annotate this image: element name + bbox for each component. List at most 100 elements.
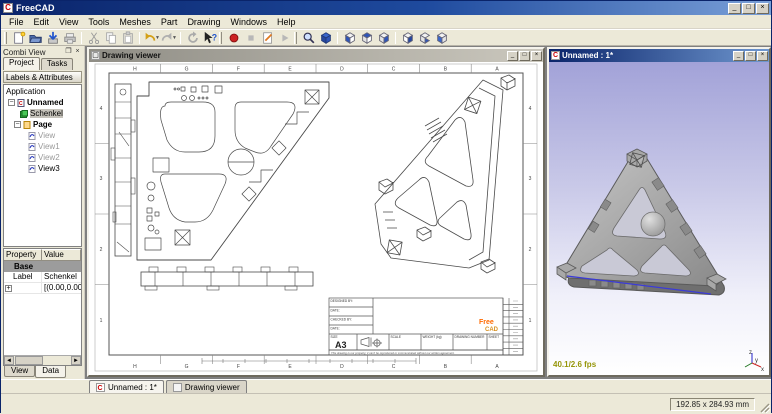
macro-record-button[interactable] (225, 30, 242, 45)
menu-view[interactable]: View (54, 17, 83, 27)
collapse-icon[interactable]: − (14, 121, 21, 128)
window-tab-drawing-viewer[interactable]: Drawing viewer (166, 380, 247, 393)
child-close-button[interactable]: × (531, 51, 542, 61)
menu-meshes[interactable]: Meshes (114, 17, 156, 27)
tree-item-view1[interactable]: View1 (4, 141, 81, 152)
child-restore-button[interactable]: □ (519, 51, 530, 61)
save-document-button[interactable] (44, 30, 61, 45)
axonometric-view-button[interactable] (317, 30, 334, 45)
toolbar-separator (337, 32, 338, 44)
property-view-tabs: View Data (1, 366, 84, 379)
left-view-button[interactable] (433, 30, 450, 45)
refresh-icon (186, 31, 200, 45)
whats-this-button[interactable]: ? (201, 30, 218, 45)
menu-help[interactable]: Help (272, 17, 301, 27)
fit-all-button[interactable] (300, 30, 317, 45)
drawing-viewer-titlebar[interactable]: ▢ Drawing viewer _ □ × (89, 49, 543, 62)
new-document-button[interactable] (10, 30, 27, 45)
svg-text:C: C (98, 385, 103, 392)
cut-icon (87, 31, 101, 45)
tree-item-application[interactable]: Application (4, 86, 81, 97)
child-minimize-button[interactable]: _ (733, 51, 744, 61)
3d-viewport[interactable]: 40.1/2.6 fps z y x (549, 62, 769, 375)
drawing-sheet[interactable]: H G F E D C B A H G F (89, 62, 543, 375)
child-close-button[interactable]: × (757, 51, 768, 61)
property-group-base[interactable]: Base (4, 261, 81, 272)
tree-item-view2[interactable]: View2 (4, 152, 81, 163)
value-column-header[interactable]: Value (42, 249, 81, 261)
toolbar-handle[interactable] (4, 32, 7, 44)
refresh-button[interactable] (184, 30, 201, 45)
property-row-label[interactable]: Label Schenkel (4, 272, 81, 283)
svg-text:F: F (237, 364, 240, 370)
tree-item-unnamed[interactable]: − C Unnamed (4, 97, 81, 108)
toolbar-handle[interactable] (294, 32, 297, 44)
menu-drawing[interactable]: Drawing (182, 17, 225, 27)
open-document-button[interactable] (27, 30, 44, 45)
sheet-size: A3 (335, 340, 347, 350)
redo-button[interactable]: ▼ (160, 30, 177, 45)
property-row-placement[interactable]: +Placement [(0.00,0.00 (4, 283, 81, 294)
toolbar: ▼ ▼ ? (1, 29, 771, 46)
dock-float-icon[interactable]: ❐ (64, 48, 73, 56)
horizontal-scrollbar[interactable]: ◄ ► (4, 355, 81, 365)
tab-tasks[interactable]: Tasks (41, 58, 73, 70)
menu-tools[interactable]: Tools (83, 17, 114, 27)
macro-play-button[interactable] (276, 30, 293, 45)
tree-item-page[interactable]: − Page (4, 119, 81, 130)
tree-item-view3[interactable]: View3 (4, 163, 81, 174)
undo-button[interactable]: ▼ (143, 30, 160, 45)
freecad-logo-cad: CAD (485, 327, 499, 333)
tree-item-schenkel[interactable]: Schenkel (4, 108, 81, 119)
resize-grip[interactable] (758, 401, 770, 413)
print-button[interactable] (61, 30, 78, 45)
property-column-header[interactable]: Property (4, 249, 42, 261)
close-button[interactable]: × (756, 3, 769, 14)
svg-text:H: H (133, 364, 137, 370)
child-restore-button[interactable]: □ (745, 51, 756, 61)
dock-close-icon[interactable]: × (73, 48, 82, 56)
freecad-doc-icon: C (96, 383, 105, 392)
tab-data[interactable]: Data (35, 366, 66, 378)
right-view-button[interactable] (375, 30, 392, 45)
tab-view[interactable]: View (4, 366, 35, 377)
svg-text:CHECKED BY:: CHECKED BY: (331, 318, 353, 322)
expand-icon[interactable]: + (5, 285, 12, 292)
print-icon (63, 31, 77, 45)
sheet-dimensions: 192.85 x 284.93 mm (670, 398, 755, 411)
menu-file[interactable]: File (4, 17, 29, 27)
menu-windows[interactable]: Windows (225, 17, 272, 27)
tab-project[interactable]: Project (3, 57, 40, 70)
3d-view-titlebar[interactable]: C Unnamed : 1* _ □ × (549, 49, 769, 62)
scroll-thumb[interactable] (15, 356, 43, 365)
rear-view-button[interactable] (399, 30, 416, 45)
menu-edit[interactable]: Edit (29, 17, 55, 27)
svg-text:1: 1 (529, 318, 532, 324)
macro-edit-button[interactable] (259, 30, 276, 45)
bottom-view-button[interactable] (416, 30, 433, 45)
scroll-left-icon[interactable]: ◄ (4, 356, 14, 365)
copy-button[interactable] (102, 30, 119, 45)
cut-button[interactable] (85, 30, 102, 45)
drawing-viewer-title: Drawing viewer (102, 51, 506, 60)
svg-text:WEIGHT (kg): WEIGHT (kg) (423, 335, 442, 339)
front-view-button[interactable] (341, 30, 358, 45)
statusbar: 192.85 x 284.93 mm (1, 393, 771, 414)
macro-stop-button[interactable] (242, 30, 259, 45)
minimize-button[interactable]: _ (728, 3, 741, 14)
macro-edit-icon (261, 31, 275, 45)
maximize-button[interactable]: □ (742, 3, 755, 14)
3d-model-schenkel[interactable] (549, 62, 769, 375)
svg-text:H: H (133, 67, 137, 73)
menu-part[interactable]: Part (156, 17, 183, 27)
child-minimize-button[interactable]: _ (507, 51, 518, 61)
scroll-right-icon[interactable]: ► (71, 356, 81, 365)
toolbar-handle[interactable] (219, 32, 222, 44)
view-icon (28, 154, 36, 162)
tree-item-view[interactable]: View (4, 130, 81, 141)
top-view-button[interactable] (358, 30, 375, 45)
window-tab-unnamed[interactable]: C Unnamed : 1* (89, 380, 164, 393)
copy-icon (104, 31, 118, 45)
collapse-icon[interactable]: − (8, 99, 15, 106)
paste-button[interactable] (119, 30, 136, 45)
